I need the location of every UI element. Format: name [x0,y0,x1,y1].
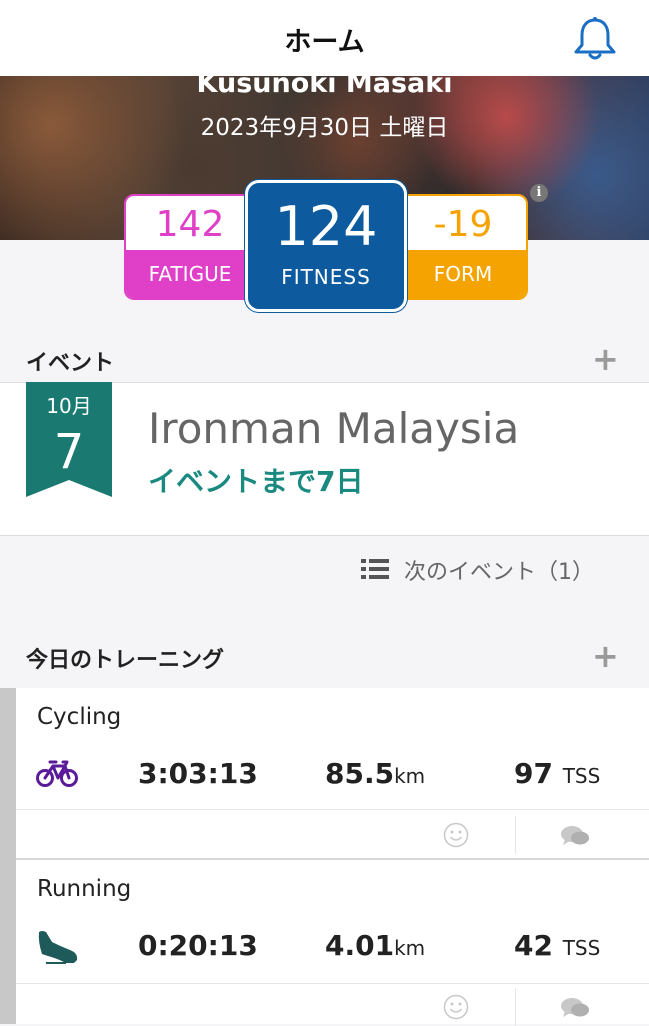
fatigue-value: 142 [155,204,225,245]
event-title[interactable]: Ironman Malaysia [148,404,519,453]
athlete-name: Kusunoki Masaki [196,76,453,99]
card-vdivider [515,816,516,854]
distance-unit: km [394,936,426,960]
workout-distance: 85.5 [325,757,395,790]
events-section-title: イベント [26,351,115,376]
fatigue-card[interactable]: 142 FATIGUE [124,194,256,300]
comment-icon[interactable] [560,996,590,1020]
fatigue-label: FATIGUE [126,250,254,298]
training-side-bar [0,688,16,1024]
card-divider [16,983,649,984]
workout-name: Cycling [37,704,122,730]
event-day: 7 [53,424,85,480]
training-section-title: 今日のトレーニング [26,648,225,673]
event-month: 10月 [46,394,92,418]
distance-unit: km [394,764,426,788]
tss-unit: TSS [562,936,601,960]
form-label: FORM [400,250,526,298]
info-icon[interactable]: i [530,184,548,202]
next-events-link[interactable]: 次のイベント（1） [404,554,594,586]
add-event-plus-icon[interactable]: + [592,343,619,375]
smiley-icon[interactable] [443,822,469,848]
card-vdivider [515,988,516,1026]
workout-distance: 4.01 [325,929,395,962]
form-value: -19 [433,204,493,245]
event-countdown: イベントまで7日 [148,465,364,498]
smiley-icon[interactable] [443,994,469,1020]
bell-icon[interactable] [570,14,620,64]
list-icon[interactable] [361,558,389,580]
fitness-card[interactable]: 124 FITNESS [245,180,407,312]
page-title: ホーム [284,27,365,58]
workout-tss: 97 [514,757,553,790]
fitness-label: FITNESS [281,265,371,289]
add-training-plus-icon[interactable]: + [592,640,619,672]
form-card[interactable]: -19 FORM [398,194,528,300]
bike-icon [36,760,78,787]
card-divider [16,809,649,810]
fitness-value: 124 [274,195,378,258]
workout-tss: 42 [514,929,553,962]
workout-duration: 0:20:13 [138,929,258,962]
current-date: 2023年9月30日 土曜日 [200,115,449,141]
tss-unit: TSS [562,764,601,788]
comment-icon[interactable] [560,824,590,848]
workout-duration: 3:03:13 [138,757,258,790]
running-shoe-icon [38,931,78,964]
workout-name: Running [37,876,132,902]
